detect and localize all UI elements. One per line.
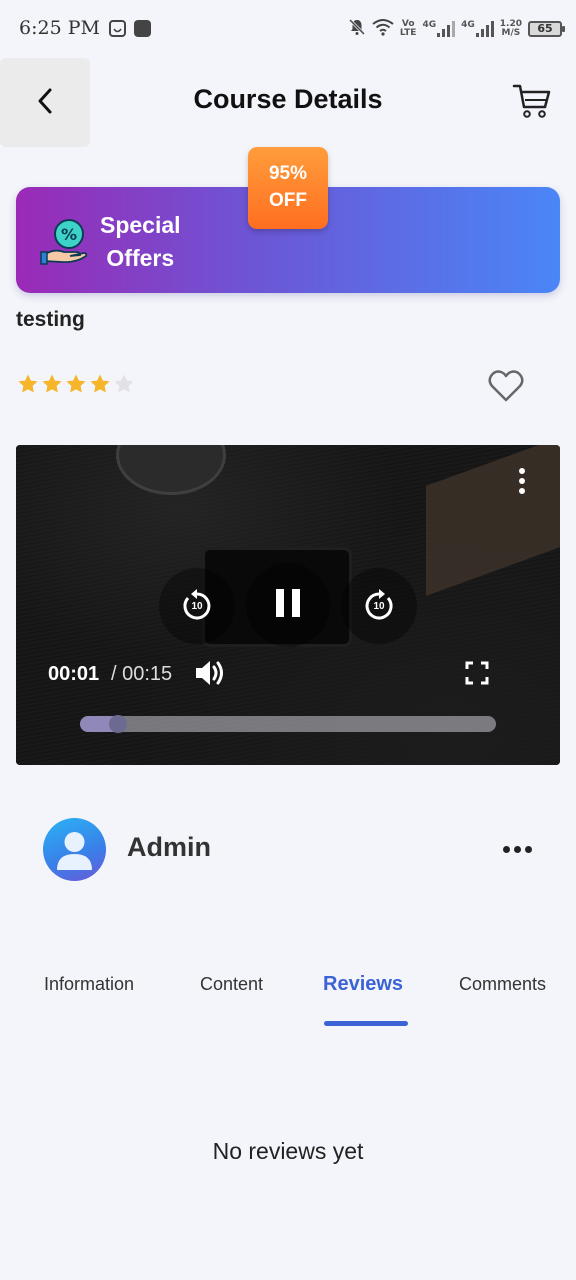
speed-unit: M/S — [501, 28, 521, 38]
fullscreen-button[interactable] — [460, 658, 494, 692]
star-filled-icon — [17, 373, 39, 395]
no-reviews-message: No reviews yet — [212, 1138, 364, 1164]
page-title: Course Details — [193, 84, 383, 114]
star-empty-icon — [113, 373, 135, 395]
bell-muted-icon — [348, 18, 366, 40]
cart-icon — [512, 83, 552, 123]
signal-2: 4G — [461, 21, 494, 37]
video-progress-thumb[interactable] — [109, 715, 128, 733]
discount-percent: 95% — [268, 163, 308, 184]
notification-app-icon — [109, 20, 126, 37]
heart-icon — [486, 370, 526, 410]
rewind-icon: 10 — [180, 589, 214, 623]
pause-button[interactable] — [246, 563, 330, 647]
cart-button[interactable] — [508, 82, 556, 124]
course-name: testing — [16, 308, 85, 331]
network-1-label: 4G — [422, 20, 437, 30]
star-filled-icon — [41, 373, 63, 395]
favorite-button[interactable] — [486, 366, 526, 406]
battery-icon: 65 — [528, 21, 565, 37]
course-tabs: Information Content Reviews Comments — [0, 960, 576, 1030]
forward-icon: 10 — [362, 589, 396, 623]
tab-comments[interactable]: Comments — [459, 974, 546, 995]
star-filled-icon — [89, 373, 111, 395]
fullscreen-icon — [465, 661, 489, 689]
signal-bars-2-icon — [475, 21, 494, 37]
author-avatar[interactable] — [43, 818, 106, 881]
tab-reviews[interactable]: Reviews — [323, 973, 403, 996]
dot — [502, 845, 510, 853]
status-indicators: Vo LTE 4G 4G 1.20 M/S 65 — [348, 18, 565, 40]
rewind-10-button[interactable]: 10 — [159, 568, 235, 644]
signal-bars-1-icon — [437, 21, 456, 37]
video-player[interactable]: 10 10 00:01 / 00:15 — [16, 445, 560, 765]
dot — [524, 845, 532, 853]
network-2-label: 4G — [461, 20, 475, 30]
discount-hand-icon: % — [40, 215, 90, 265]
status-bar: 6:25 PM Vo LTE 4G 4G 1.20 M/S 65 — [0, 0, 576, 58]
notification-square-icon — [134, 20, 151, 37]
offer-line-2: Offers — [106, 245, 175, 271]
network-speed: 1.20 M/S — [500, 20, 522, 38]
svg-text:%: % — [61, 225, 77, 244]
user-icon — [57, 832, 92, 870]
dot — [513, 845, 521, 853]
tab-information[interactable]: Information — [44, 974, 134, 995]
discount-badge: 95% OFF — [248, 147, 328, 229]
status-time: 6:25 PM — [19, 17, 100, 39]
volume-icon — [194, 658, 226, 692]
forward-10-button[interactable]: 10 — [341, 568, 417, 644]
forward-seconds: 10 — [373, 601, 385, 612]
more-vertical-icon — [518, 467, 526, 499]
video-duration: / 00:15 — [111, 663, 173, 685]
discount-off: OFF — [269, 190, 307, 211]
rating-stars — [17, 373, 135, 395]
video-progress-bar[interactable] — [80, 715, 496, 733]
signal-1: 4G — [422, 20, 456, 37]
volte-indicator: Vo LTE — [400, 20, 417, 38]
wifi-icon — [372, 18, 394, 40]
volte-bottom-label: LTE — [399, 28, 417, 38]
tab-content[interactable]: Content — [200, 974, 263, 995]
video-menu-button[interactable] — [510, 467, 534, 499]
rewind-seconds: 10 — [191, 601, 203, 612]
author-name: Admin — [127, 832, 211, 862]
volume-button[interactable] — [192, 657, 228, 693]
active-tab-indicator — [324, 1021, 408, 1026]
pause-icon — [274, 587, 302, 623]
offer-text: Special Offers — [100, 209, 181, 275]
video-current-time: 00:01 — [48, 663, 100, 685]
offer-line-1: Special — [100, 212, 181, 238]
author-more-button[interactable] — [500, 836, 534, 862]
star-filled-icon — [65, 373, 87, 395]
